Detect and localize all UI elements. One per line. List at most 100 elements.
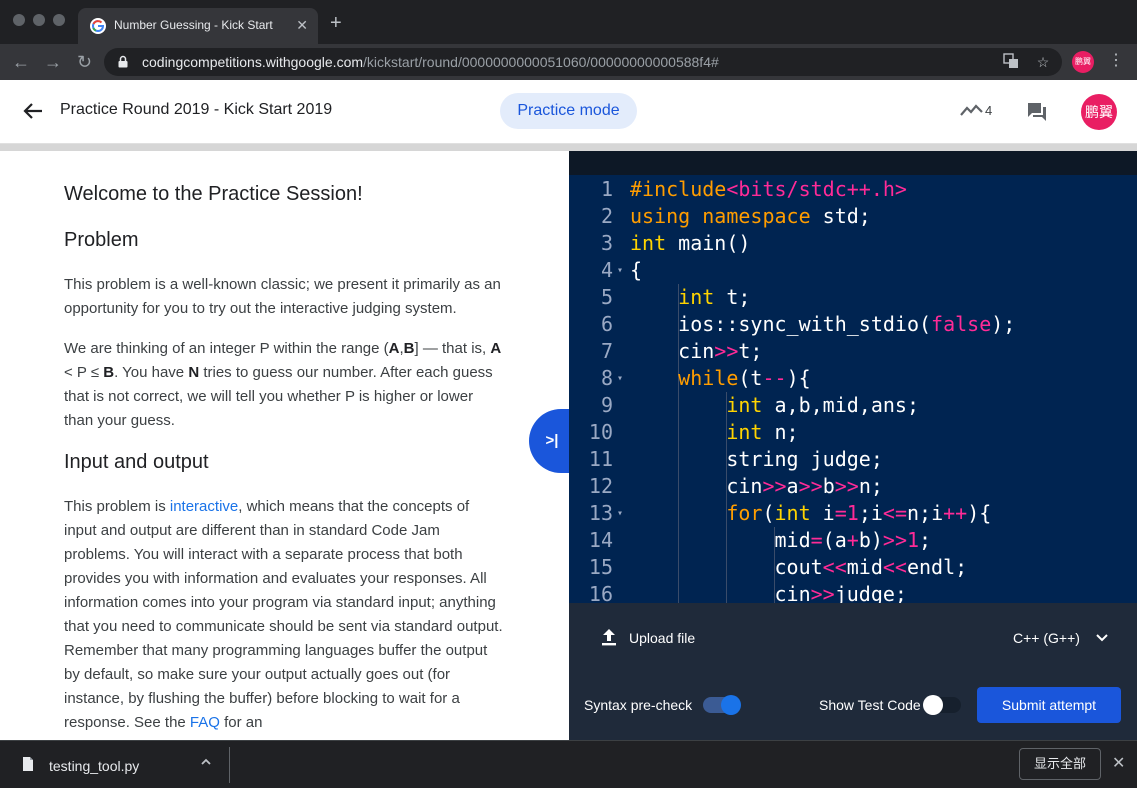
code-line[interactable]: 3 int main() bbox=[569, 230, 1137, 257]
input-output-heading: Input and output bbox=[64, 451, 209, 473]
syntax-precheck-toggle[interactable] bbox=[703, 695, 741, 715]
translate-icon[interactable] bbox=[1002, 53, 1020, 71]
reload-icon[interactable]: ↻ bbox=[77, 51, 92, 73]
fold-arrow-icon[interactable]: ▾ bbox=[617, 500, 623, 527]
language-select[interactable]: C++ (G++) bbox=[1013, 630, 1080, 646]
line-number: 8 bbox=[600, 366, 613, 390]
code-line[interactable]: 14 mid=(a+b)>>1; bbox=[569, 527, 1137, 554]
new-tab-icon[interactable]: + bbox=[330, 13, 342, 33]
code-text: #include<bits/stdc++.h> bbox=[630, 177, 907, 201]
code-text: for(int i=1;i<=n;i++){ bbox=[726, 501, 992, 525]
forward-nav-icon[interactable]: → bbox=[44, 51, 62, 73]
code-text: int main() bbox=[630, 231, 751, 255]
line-number: 13 bbox=[588, 501, 613, 525]
code-editor-pane: 1 #include<bits/stdc++.h> 2 using namespace… bbox=[569, 151, 1137, 740]
upload-file-button[interactable]: Upload file bbox=[629, 630, 695, 646]
show-test-code-toggle[interactable] bbox=[923, 695, 961, 715]
code-line[interactable]: 1 #include<bits/stdc++.h> bbox=[569, 176, 1137, 203]
lock-icon bbox=[118, 55, 128, 68]
code-line[interactable]: 6 ios::sync_with_stdio(false); bbox=[569, 311, 1137, 338]
syntax-precheck-label: Syntax pre-check bbox=[584, 697, 693, 713]
code-line[interactable]: 12 cin>>a>>b>>n; bbox=[569, 473, 1137, 500]
code-editor[interactable]: 1 #include<bits/stdc++.h> 2 using namespace… bbox=[569, 175, 1137, 603]
tab-title: Number Guessing - Kick Start bbox=[114, 18, 273, 32]
line-number: 15 bbox=[588, 555, 613, 579]
line-number: 9 bbox=[600, 393, 613, 417]
problem-heading: Problem bbox=[64, 229, 139, 251]
code-line[interactable]: 4 ▾ { bbox=[569, 257, 1137, 284]
problem-intro: This problem is a well-known classic; we… bbox=[64, 276, 501, 317]
bookmark-star-icon[interactable]: ☆ bbox=[1034, 53, 1052, 71]
editor-top-bar bbox=[569, 151, 1137, 175]
code-line[interactable]: 8 ▾ while(t--){ bbox=[569, 365, 1137, 392]
fold-arrow-icon[interactable]: ▾ bbox=[617, 365, 623, 392]
code-text: cin>>a>>b>>n; bbox=[630, 474, 883, 498]
interactive-link[interactable]: interactive bbox=[170, 498, 238, 515]
line-number: 11 bbox=[588, 447, 613, 471]
line-number: 4 bbox=[600, 258, 613, 282]
back-arrow-icon[interactable] bbox=[22, 100, 44, 122]
line-number: 12 bbox=[588, 474, 613, 498]
chevron-up-icon[interactable] bbox=[200, 757, 212, 767]
code-text: mid=(a+b)>>1; bbox=[630, 528, 932, 552]
trending-icon[interactable] bbox=[960, 103, 984, 117]
line-number: 1 bbox=[600, 177, 613, 201]
code-line[interactable]: 9 int a,b,mid,ans; bbox=[569, 392, 1137, 419]
user-avatar[interactable]: 鹏翼 bbox=[1081, 94, 1117, 130]
download-file-name[interactable]: testing_tool.py bbox=[49, 758, 139, 774]
code-text: int t; bbox=[678, 285, 751, 309]
trend-count: 4 bbox=[985, 103, 993, 118]
url-path: /kickstart/round/0000000000051060/000000… bbox=[363, 54, 719, 70]
line-number: 3 bbox=[600, 231, 613, 255]
fold-arrow-icon[interactable]: ▾ bbox=[617, 257, 623, 284]
code-text: using namespace std; bbox=[630, 204, 871, 228]
browser-window: Number Guessing - Kick Start ✕ + ← → ↻ c… bbox=[0, 0, 1137, 788]
profile-avatar[interactable]: 鹏翼 bbox=[1072, 51, 1094, 73]
url-text: codingcompetitions.withgoogle.com/kickst… bbox=[142, 54, 719, 70]
close-icon[interactable]: ✕ bbox=[1112, 753, 1125, 773]
window-close-dot[interactable] bbox=[13, 14, 25, 26]
code-line[interactable]: 7 cin>>t; bbox=[569, 338, 1137, 365]
back-nav-icon[interactable]: ← bbox=[12, 51, 30, 73]
page-title: Practice Round 2019 - Kick Start 2019 bbox=[60, 101, 333, 118]
code-line[interactable]: 16 cin>>judge; bbox=[569, 581, 1137, 603]
browser-toolbar: ← → ↻ codingcompetitions.withgoogle.com/… bbox=[0, 44, 1137, 80]
chevron-down-icon[interactable] bbox=[1095, 633, 1109, 643]
code-line[interactable]: 10 int n; bbox=[569, 419, 1137, 446]
code-line[interactable]: 2 using namespace std; bbox=[569, 203, 1137, 230]
window-minimize-dot[interactable] bbox=[33, 14, 45, 26]
code-line[interactable]: 5 int t; bbox=[569, 284, 1137, 311]
io-description: This problem is interactive, which means… bbox=[64, 498, 503, 731]
code-line[interactable]: 13 ▾ for(int i=1;i<=n;i++){ bbox=[569, 500, 1137, 527]
browser-menu-icon[interactable]: ⋮ bbox=[1108, 50, 1124, 70]
shelf-divider bbox=[229, 747, 230, 783]
show-all-button[interactable]: 显示全部 bbox=[1019, 748, 1101, 780]
problem-description: We are thinking of an integer P within t… bbox=[64, 340, 502, 429]
url-host: codingcompetitions.withgoogle.com bbox=[142, 54, 364, 70]
tab-close-icon[interactable]: ✕ bbox=[296, 16, 308, 34]
file-icon bbox=[23, 757, 33, 771]
chat-icon[interactable] bbox=[1026, 101, 1048, 123]
line-number: 14 bbox=[588, 528, 613, 552]
browser-tab[interactable]: Number Guessing - Kick Start ✕ bbox=[78, 8, 318, 44]
code-text: cin>>judge; bbox=[630, 582, 907, 603]
upload-icon[interactable] bbox=[600, 627, 618, 647]
code-text: cin>>t; bbox=[630, 339, 763, 363]
code-line[interactable]: 11 string judge; bbox=[569, 446, 1137, 473]
code-line[interactable]: 15 cout<<mid<<endl; bbox=[569, 554, 1137, 581]
code-text: string judge; bbox=[630, 447, 883, 471]
code-text: { bbox=[630, 258, 643, 282]
tab-strip: Number Guessing - Kick Start ✕ + bbox=[0, 0, 1137, 44]
line-number: 16 bbox=[588, 582, 613, 603]
practice-mode-chip: Practice mode bbox=[500, 93, 637, 129]
line-number: 7 bbox=[600, 339, 613, 363]
submit-attempt-button[interactable]: Submit attempt bbox=[977, 687, 1121, 723]
address-bar[interactable]: codingcompetitions.withgoogle.com/kickst… bbox=[104, 48, 1062, 76]
show-test-code-label: Show Test Code bbox=[819, 697, 921, 713]
code-text: while(t--){ bbox=[678, 366, 811, 390]
google-favicon-icon bbox=[90, 18, 106, 34]
code-text: int n; bbox=[726, 420, 799, 444]
faq-link[interactable]: FAQ bbox=[190, 714, 220, 731]
window-zoom-dot[interactable] bbox=[53, 14, 65, 26]
code-text: ios::sync_with_stdio(false); bbox=[630, 312, 1016, 336]
